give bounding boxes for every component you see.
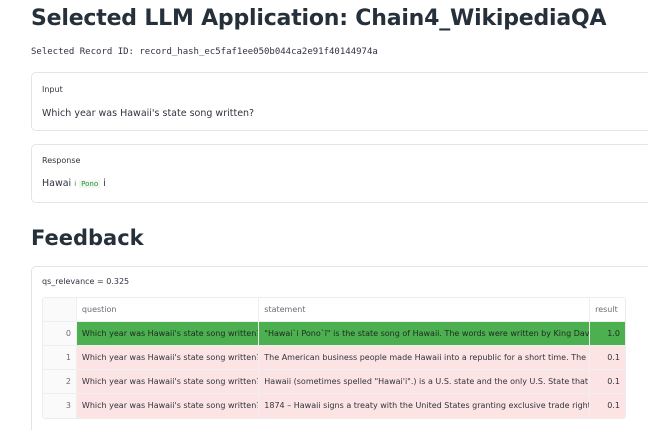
feedback-card: qs_relevance = 0.325 question statement …: [31, 266, 648, 430]
header-statement[interactable]: statement: [259, 298, 591, 321]
table-header: question statement result: [43, 298, 625, 322]
response-text-start: Hawai: [42, 178, 72, 189]
table-row[interactable]: 0 Which year was Hawaii's state song wri…: [43, 322, 625, 346]
row-result[interactable]: 0.1: [590, 370, 625, 393]
response-text: Hawai i Pono i: [42, 178, 106, 189]
response-card: Response Hawai i Pono i: [31, 144, 648, 203]
row-question[interactable]: Which year was Hawaii's state song writt…: [76, 370, 260, 393]
page-title: Selected LLM Application: Chain4_Wikiped…: [31, 6, 607, 31]
row-index: 1: [43, 346, 77, 369]
row-result[interactable]: 1.0: [590, 322, 625, 345]
input-label: Input: [42, 85, 63, 94]
header-index: [43, 298, 77, 321]
header-result[interactable]: result: [590, 298, 625, 321]
row-question[interactable]: Which year was Hawaii's state song writt…: [76, 394, 260, 418]
row-index: 3: [43, 394, 77, 418]
table-row[interactable]: 3 Which year was Hawaii's state song wri…: [43, 394, 625, 418]
row-statement[interactable]: The American business people made Hawaii…: [259, 346, 591, 369]
feedback-table[interactable]: question statement result 0 Which year w…: [42, 297, 626, 419]
response-label: Response: [42, 156, 81, 165]
response-text-end: i: [103, 178, 106, 189]
table-row[interactable]: 2 Which year was Hawaii's state song wri…: [43, 370, 625, 394]
row-result[interactable]: 0.1: [590, 346, 625, 369]
response-text-highlight: Pono: [79, 180, 101, 188]
response-text-sub: i: [74, 180, 77, 188]
record-id: Selected Record ID: record_hash_ec5faf1e…: [31, 47, 378, 57]
row-index: 0: [43, 322, 77, 345]
feedback-heading: Feedback: [31, 226, 144, 250]
row-question[interactable]: Which year was Hawaii's state song writt…: [76, 346, 260, 369]
row-question[interactable]: Which year was Hawaii's state song writt…: [76, 322, 260, 345]
row-index: 2: [43, 370, 77, 393]
row-statement[interactable]: "Hawai`i Pono`ī" is the state song of Ha…: [259, 322, 591, 345]
table-row[interactable]: 1 Which year was Hawaii's state song wri…: [43, 346, 625, 370]
row-statement[interactable]: 1874 – Hawaii signs a treaty with the Un…: [259, 394, 591, 418]
metric-label: qs_relevance = 0.325: [42, 277, 130, 286]
input-text: Which year was Hawaii's state song writt…: [42, 108, 255, 119]
input-card: Input Which year was Hawaii's state song…: [31, 72, 648, 131]
row-result[interactable]: 0.1: [590, 394, 625, 418]
row-statement[interactable]: Hawaii (sometimes spelled "Hawai'i".) is…: [259, 370, 591, 393]
header-question[interactable]: question: [76, 298, 260, 321]
